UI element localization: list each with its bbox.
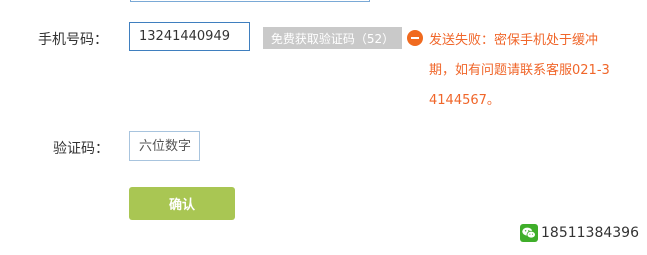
phone-label: 手机号码： <box>38 32 108 48</box>
error-message: 发送失败：密保手机处于缓冲期，如有问题请联系客服021-34144567。 <box>429 33 610 108</box>
verification-code-label: 验证码： <box>53 141 109 157</box>
phone-input[interactable] <box>129 22 250 51</box>
contact-phone-number: 18511384396 <box>541 225 639 241</box>
get-code-button[interactable]: 免费获取验证码（52） <box>263 27 402 49</box>
previous-input-field-edge[interactable] <box>130 0 370 2</box>
wechat-icon <box>520 224 538 242</box>
confirm-button[interactable]: 确认 <box>129 187 235 220</box>
error-icon <box>407 30 423 46</box>
verification-code-input[interactable] <box>129 131 200 161</box>
contact-info: 18511384396 <box>520 224 639 242</box>
